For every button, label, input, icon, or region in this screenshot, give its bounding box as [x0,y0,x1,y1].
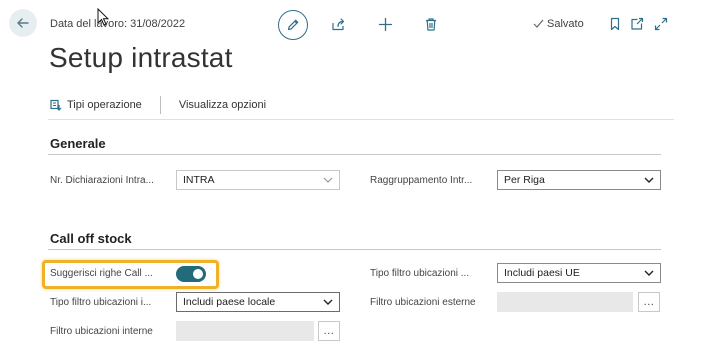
intrastat-nos-field[interactable]: INTRA [176,170,340,190]
internal-filter-type-label: Tipo filtro ubicazioni i... [50,297,152,308]
page-title: Setup intrastat [49,42,233,73]
external-filter-type-label: Tipo filtro ubicazioni ... [370,268,470,279]
intrastat-nos-value: INTRA [183,174,215,186]
bookmark-button[interactable] [605,14,625,34]
external-filter-type-value: Includi paesi UE [504,267,580,279]
external-filter-lookup-button[interactable]: ... [638,292,660,312]
suggest-lines-toggle[interactable] [176,266,206,282]
back-button[interactable] [9,9,37,37]
toggle-knob [193,269,203,279]
section-general-divider [48,154,661,155]
expand-button[interactable] [651,14,671,34]
chevron-down-icon [644,270,654,276]
grouping-select[interactable]: Per Riga [497,170,661,190]
mouse-cursor-icon [97,8,109,26]
saved-label: Salvato [547,18,584,30]
expand-icon [654,17,668,31]
open-new-window-button[interactable] [627,14,647,34]
transaction-types-label: Tipi operazione [67,99,142,111]
internal-filter-lookup-button[interactable]: ... [318,321,340,341]
external-filter-input[interactable] [497,292,633,312]
transaction-types-action[interactable]: Tipi operazione [50,99,142,111]
section-call-off-stock-title[interactable]: Call off stock [50,231,132,246]
new-button[interactable] [375,14,395,34]
trash-icon [426,17,436,31]
chevron-down-icon [323,299,333,305]
display-options-label: Visualizza opzioni [178,99,267,111]
edit-button[interactable] [278,10,308,40]
delete-button[interactable] [421,14,441,34]
saved-status: Salvato [533,18,584,30]
action-separator [159,96,161,114]
open-new-window-icon [631,17,644,30]
intrastat-nos-label: Nr. Dichiarazioni Intra... [50,175,154,186]
internal-filter-label: Filtro ubicazioni interne [50,326,153,337]
chevron-down-icon [644,177,654,183]
internal-filter-input[interactable] [176,321,314,341]
grouping-label: Raggruppamento Intr... [370,175,473,186]
share-icon [331,17,344,30]
bookmark-icon [610,17,620,31]
suggest-lines-label: Suggerisci righe Call ... [50,268,153,279]
arrow-left-icon [17,18,29,28]
external-filter-type-select[interactable]: Includi paesi UE [497,263,661,283]
action-bar-divider [48,119,674,120]
grouping-value: Per Riga [504,174,545,186]
work-date[interactable]: Data del lavoro: 31/08/2022 [50,18,185,30]
display-options-action[interactable]: Visualizza opzioni [179,99,266,111]
plus-icon [378,17,392,31]
external-filter-label: Filtro ubicazioni esterne [370,297,476,308]
action-bar: Tipi operazione Visualizza opzioni [50,96,266,114]
share-button[interactable] [328,14,348,34]
checkmark-icon [533,19,544,28]
internal-filter-type-value: Includi paese locale [183,296,276,308]
pencil-icon [287,19,299,31]
section-call-off-stock-divider [48,249,661,250]
chevron-down-icon [323,177,333,183]
internal-filter-type-select[interactable]: Includi paese locale [176,292,340,312]
section-general-title[interactable]: Generale [50,136,106,151]
transaction-types-icon [50,99,62,111]
